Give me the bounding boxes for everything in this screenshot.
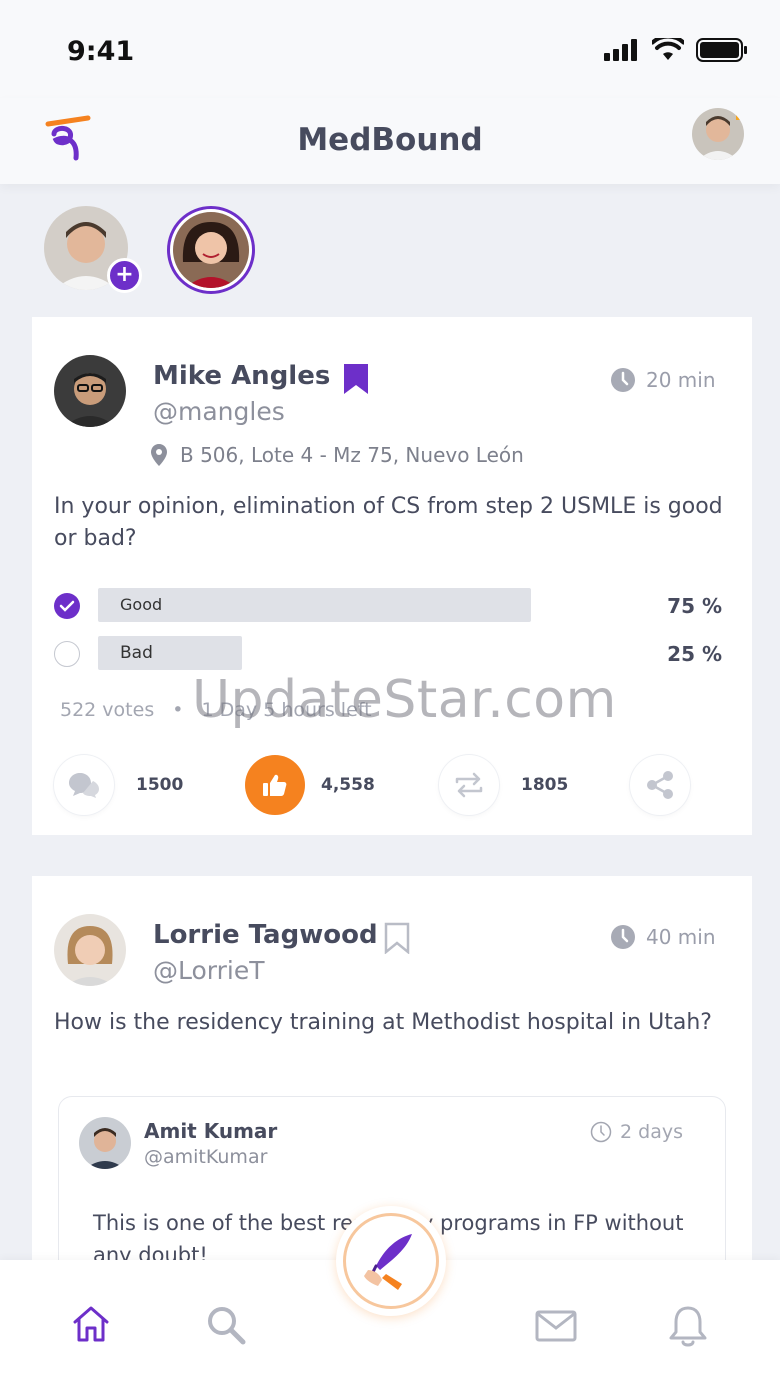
- poll-percent: 75 %: [667, 594, 722, 618]
- post-timestamp: 40 min: [610, 924, 716, 950]
- bookmark-filled-icon[interactable]: [343, 363, 369, 395]
- post-timestamp: 20 min: [610, 367, 716, 393]
- timestamp-text: 20 min: [646, 368, 716, 392]
- stories-row: +: [0, 200, 780, 300]
- poll-unchecked-icon[interactable]: [54, 641, 80, 667]
- thumbs-up-icon: [263, 774, 287, 796]
- poll-checked-icon[interactable]: [54, 593, 80, 619]
- reply-time-text: 2 days: [620, 1121, 683, 1143]
- repost-button[interactable]: [439, 755, 499, 815]
- mail-icon: [535, 1310, 577, 1342]
- post-card: Mike Angles @mangles 20 min B 506, Lote …: [32, 317, 752, 835]
- vote-count: 522 votes: [60, 699, 155, 721]
- app-title: MedBound: [297, 122, 483, 158]
- compose-ring: [343, 1213, 439, 1309]
- timestamp-text: 40 min: [646, 925, 716, 949]
- story-avatar[interactable]: [167, 206, 255, 294]
- poll-label: Good: [120, 595, 163, 614]
- watermark: UpdateStar.com: [192, 670, 617, 730]
- clock-icon: [611, 368, 635, 392]
- clock-icon: [611, 925, 635, 949]
- share-action[interactable]: [630, 755, 690, 815]
- post-question: How is the residency training at Methodi…: [54, 1010, 712, 1035]
- bookmark-outline-icon[interactable]: [384, 922, 410, 954]
- nav-messages[interactable]: [535, 1310, 577, 1346]
- quill-icon: [364, 1234, 412, 1290]
- bell-icon: [669, 1306, 707, 1347]
- reply-author-name[interactable]: Amit Kumar: [144, 1119, 277, 1143]
- signal-icon: [604, 39, 637, 61]
- poll-option-bad[interactable]: Bad 25 %: [54, 636, 722, 672]
- nav-search[interactable]: [205, 1304, 247, 1350]
- share-button[interactable]: [630, 755, 690, 815]
- author-handle[interactable]: @LorrieT: [153, 956, 265, 985]
- status-time: 9:41: [67, 36, 135, 67]
- poll-bar-good: [98, 588, 531, 622]
- home-icon: [73, 1306, 109, 1342]
- clock-outline-icon: [590, 1121, 612, 1143]
- meta-separator: •: [172, 699, 184, 721]
- author-avatar[interactable]: [54, 914, 126, 986]
- comment-action[interactable]: 1500: [54, 755, 183, 815]
- post-location: B 506, Lote 4 - Mz 75, Nuevo León: [150, 443, 524, 467]
- battery-icon: [696, 38, 747, 62]
- like-button[interactable]: [245, 755, 305, 815]
- author-avatar[interactable]: [54, 355, 126, 427]
- author-name[interactable]: Mike Angles: [153, 361, 330, 391]
- status-icons: [604, 38, 748, 62]
- repost-icon: [455, 772, 483, 798]
- poll-percent: 25 %: [667, 642, 722, 666]
- like-count: 4,558: [321, 775, 375, 795]
- like-action[interactable]: 4,558: [245, 755, 375, 815]
- author-handle[interactable]: @mangles: [153, 397, 285, 426]
- reply-author-avatar[interactable]: [79, 1117, 131, 1169]
- location-text: B 506, Lote 4 - Mz 75, Nuevo León: [180, 443, 524, 467]
- comment-count: 1500: [136, 775, 184, 795]
- nav-notifications[interactable]: [668, 1304, 708, 1354]
- add-story-button[interactable]: +: [107, 258, 142, 293]
- app-header: MedBound: [0, 98, 780, 184]
- poll-option-good[interactable]: Good 75 %: [54, 588, 722, 624]
- reply-author-handle[interactable]: @amitKumar: [144, 1146, 267, 1168]
- status-bar: 9:41: [0, 0, 780, 98]
- post-question: In your opinion, elimination of CS from …: [54, 494, 723, 551]
- reply-timestamp: 2 days: [590, 1121, 683, 1143]
- comment-button[interactable]: [54, 755, 114, 815]
- profile-avatar[interactable]: [692, 108, 744, 160]
- search-icon: [208, 1307, 246, 1345]
- nav-home[interactable]: [71, 1304, 111, 1348]
- compose-button[interactable]: [336, 1206, 446, 1316]
- share-icon: [647, 771, 673, 799]
- repost-count: 1805: [521, 775, 569, 795]
- repost-action[interactable]: 1805: [439, 755, 568, 815]
- location-pin-icon: [151, 444, 167, 466]
- poll-label: Bad: [120, 643, 153, 663]
- wifi-icon: [652, 38, 684, 60]
- comments-icon: [69, 773, 99, 798]
- author-name[interactable]: Lorrie Tagwood: [153, 920, 378, 950]
